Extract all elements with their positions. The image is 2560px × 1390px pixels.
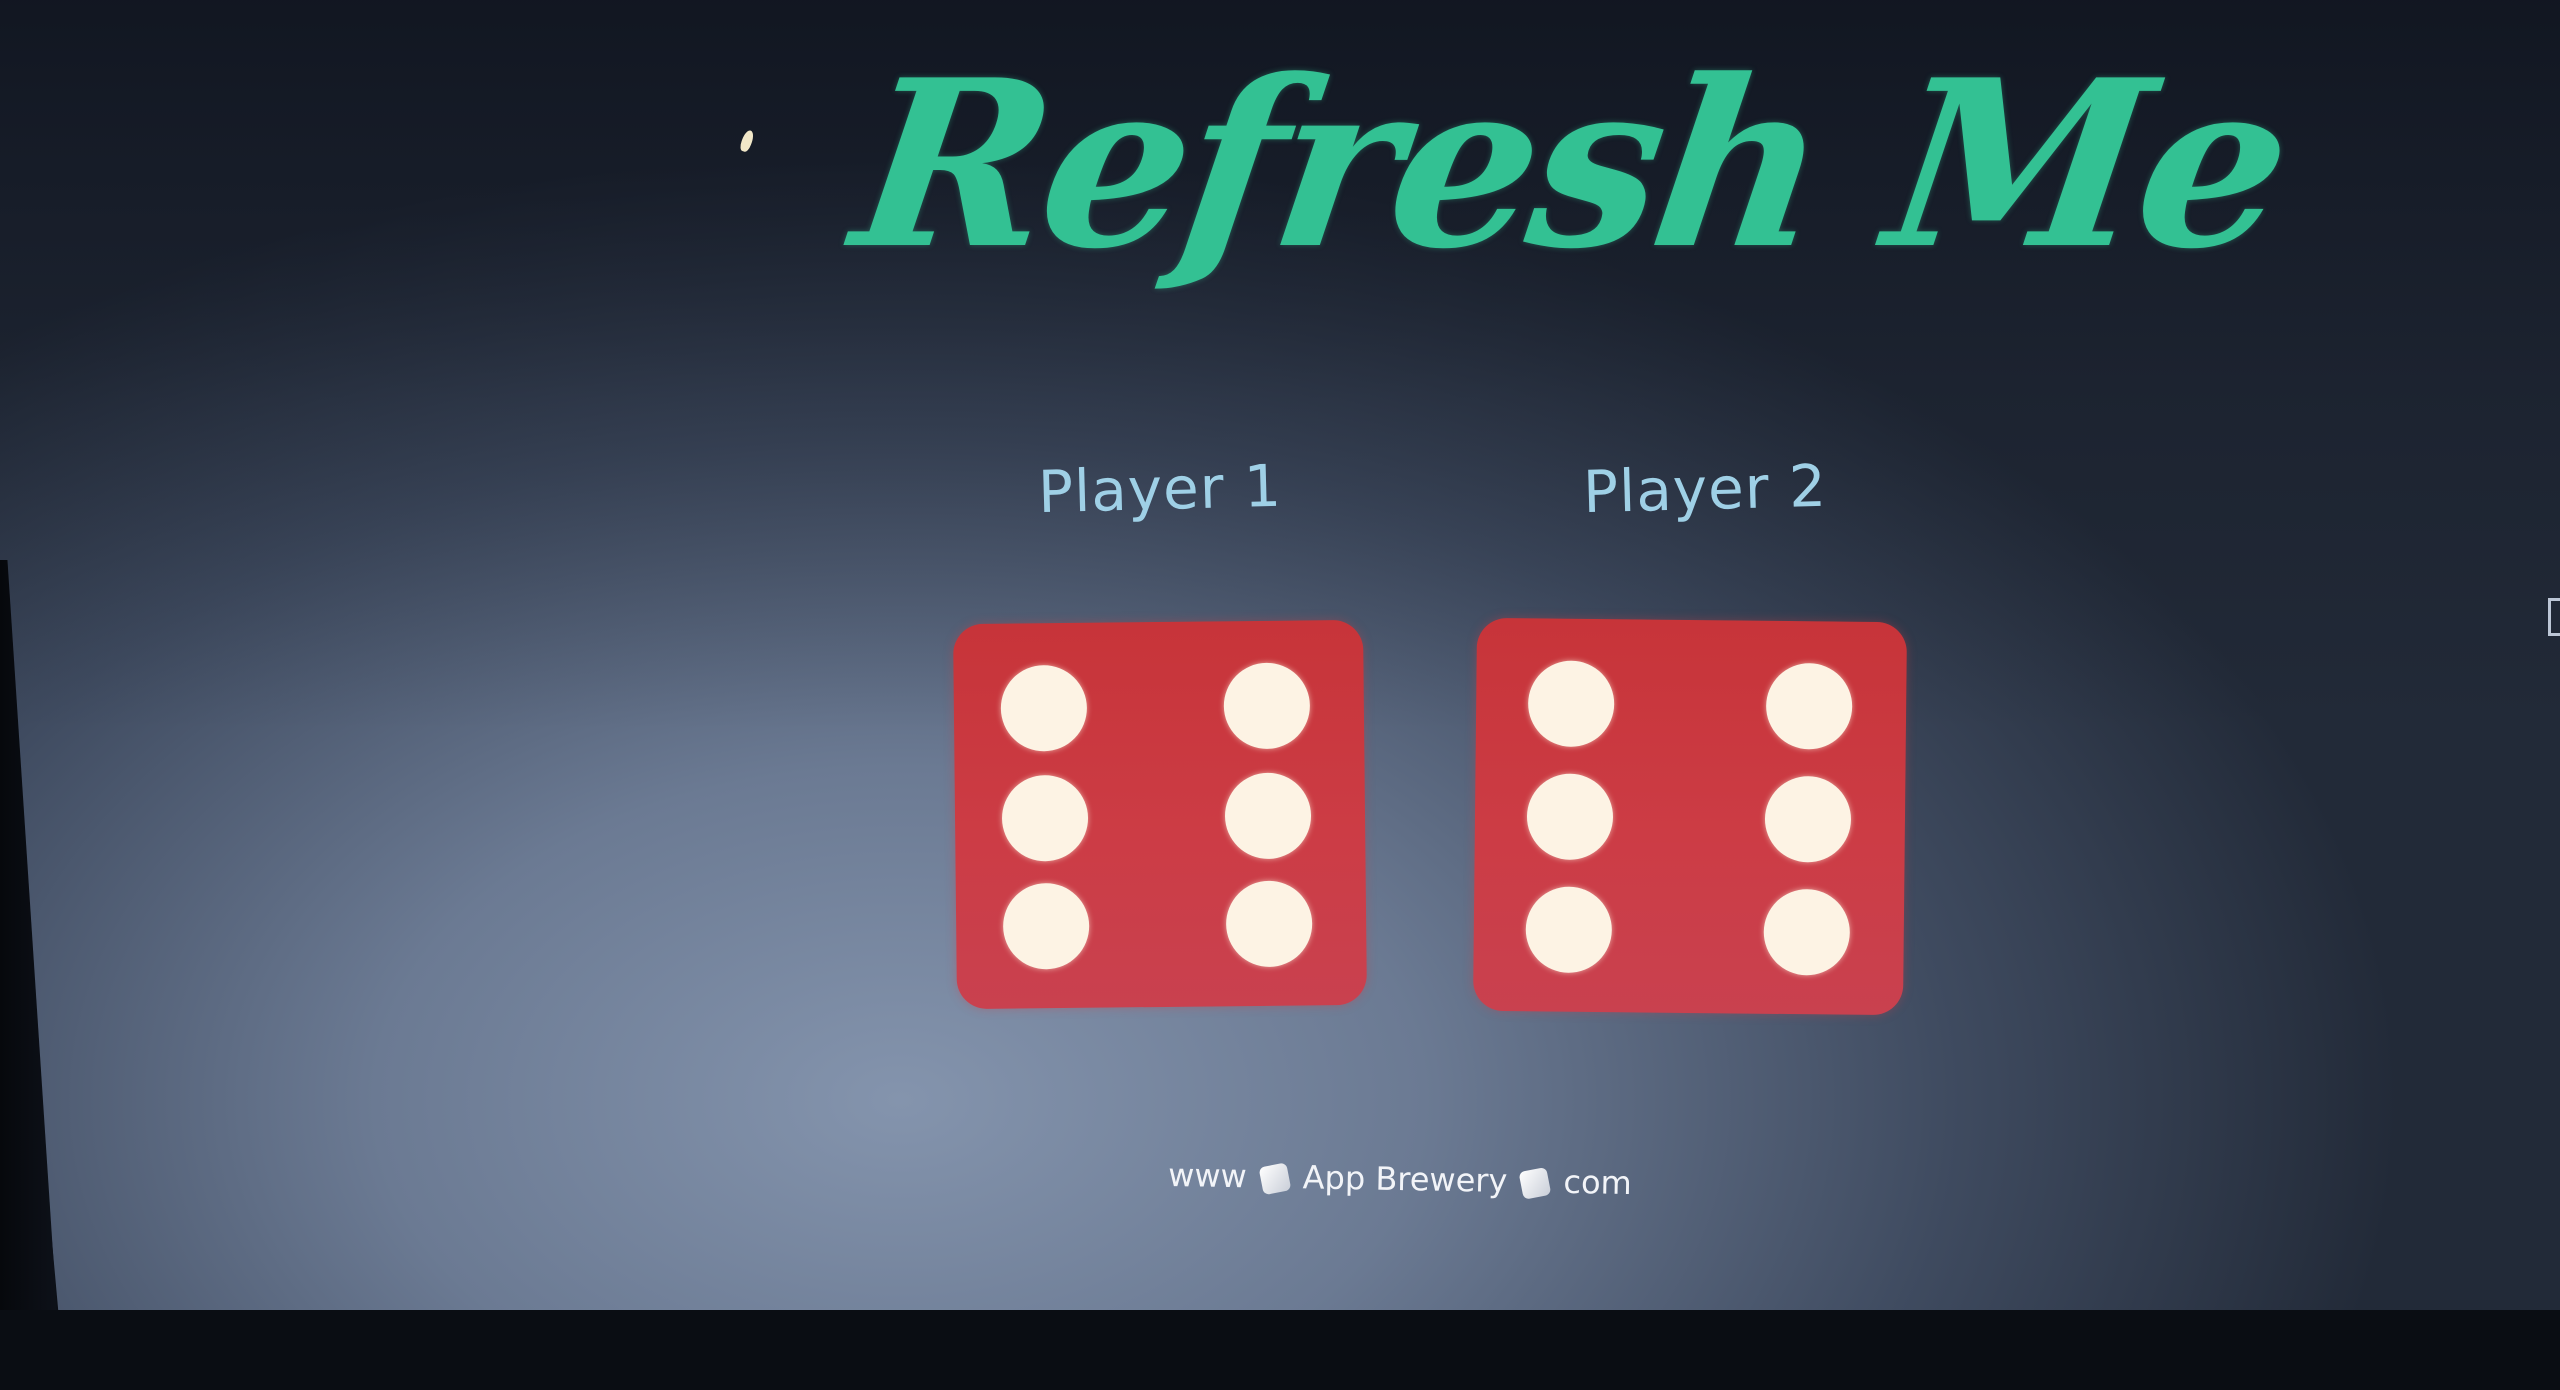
page-title: Refresh Me xyxy=(841,30,2301,300)
footer-www: www xyxy=(1167,1155,1248,1196)
die-pip xyxy=(1764,775,1852,863)
edge-scroll-icon xyxy=(2548,598,2560,636)
player-1-label: Player 1 xyxy=(1037,451,1283,527)
footer-brand: App Brewery xyxy=(1302,1158,1508,1200)
page-screen: Refresh Me Player 1 Player 2 www App Brew… xyxy=(0,0,2560,1330)
monitor-bezel-bottom xyxy=(0,1310,2560,1390)
die-pip xyxy=(1000,664,1088,752)
die-pip xyxy=(1525,886,1613,974)
die-pip xyxy=(1527,660,1615,748)
monitor-photo: Refresh Me Player 1 Player 2 www App Brew… xyxy=(0,0,2560,1390)
footer-credit: www App Brewery com xyxy=(1150,1156,1651,1203)
mouse-cursor-icon xyxy=(738,128,756,154)
die-pip xyxy=(1765,662,1853,750)
player-1-die-icon xyxy=(952,619,1368,1010)
player-2-die-icon xyxy=(1472,617,1908,1016)
die-pip xyxy=(1002,882,1090,970)
die-pip xyxy=(1526,773,1614,861)
die-pip xyxy=(1223,662,1311,750)
dice-dot-icon xyxy=(1258,1162,1292,1196)
die-pip xyxy=(1224,772,1312,860)
player-2-label: Player 2 xyxy=(1582,451,1828,527)
dice-dot-icon xyxy=(1518,1166,1552,1200)
die-pip xyxy=(1225,880,1313,968)
die-pip xyxy=(1001,774,1089,862)
die-pip xyxy=(1763,888,1851,976)
footer-com: com xyxy=(1563,1162,1633,1203)
